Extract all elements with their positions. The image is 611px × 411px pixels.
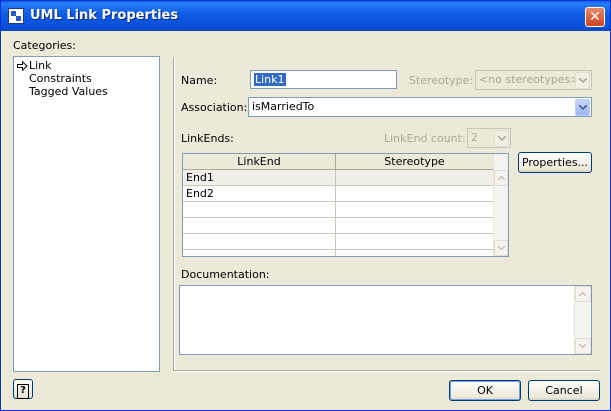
table-scrollbar[interactable] [493,154,508,256]
help-button[interactable]: ? [13,379,33,399]
help-icon: ? [17,384,29,399]
chevron-up-icon [498,176,505,180]
documentation-textarea[interactable] [179,285,592,355]
association-select[interactable]: isMarriedTo [248,97,592,117]
association-label: Association: [181,101,248,114]
chevron-up-icon [579,292,586,296]
name-label: Name: [181,74,218,87]
horizontal-separator [174,370,600,372]
arrow-right-icon [17,61,28,71]
name-value: Link1 [254,73,286,86]
name-input[interactable]: Link1 [250,70,397,89]
properties-button[interactable]: Properties... [518,152,592,173]
scroll-up-button[interactable] [575,286,591,302]
chevron-down-icon [498,246,505,250]
table-row[interactable]: End2 [183,186,493,202]
table-row[interactable] [183,202,493,218]
category-item-tagged-values[interactable]: Tagged Values [29,85,108,98]
dialog-window: UML Link Properties ✕ Categories: Link C… [0,0,611,411]
title-bar[interactable]: UML Link Properties ✕ [1,1,610,31]
column-header-linkend[interactable]: LinkEnd [183,154,336,170]
window-title: UML Link Properties [30,8,179,23]
chevron-down-icon [579,344,586,348]
linkends-label: LinkEnds: [181,132,234,145]
chevron-down-icon [494,130,509,147]
stereotype-select[interactable]: <no stereotypes> [475,70,592,90]
column-divider [335,170,336,256]
close-button[interactable]: ✕ [585,7,605,27]
linkends-table[interactable]: LinkEnd Stereotype End1 End2 [182,153,509,257]
table-row[interactable] [183,234,493,250]
categories-label: Categories: [13,39,76,52]
table-row[interactable]: End1 [183,170,493,186]
table-cell-linkend: End2 [186,187,214,200]
categories-list[interactable]: Link Constraints Tagged Values [13,56,160,372]
stereotype-value: <no stereotypes> [479,73,580,86]
documentation-label: Documentation: [181,268,270,281]
scroll-down-button[interactable] [494,240,508,256]
cancel-button[interactable]: Cancel [528,380,600,401]
linkend-count-select[interactable]: 2 [467,128,511,148]
chevron-down-icon [575,72,590,89]
scroll-down-button[interactable] [575,338,591,354]
table-cell-stereotype [336,202,493,217]
table-cell-stereotype [336,218,493,233]
table-cell-linkend [183,202,335,217]
scroll-up-button[interactable] [494,170,508,186]
uml-app-icon [8,8,24,24]
table-cell-linkend [183,218,335,233]
ok-button[interactable]: OK [449,380,521,401]
table-row[interactable] [183,218,493,234]
linkend-count-value: 2 [471,131,478,144]
category-item-constraints[interactable]: Constraints [29,72,92,85]
table-cell-linkend [183,234,335,249]
table-cell-linkend: End1 [186,171,214,184]
table-cell-stereotype [336,186,493,201]
chevron-down-icon [575,99,590,116]
documentation-scrollbar[interactable] [574,286,591,354]
column-header-stereotype[interactable]: Stereotype [336,154,494,170]
table-cell-stereotype [336,234,493,249]
association-value: isMarriedTo [252,100,315,113]
table-cell-stereotype [336,170,493,185]
category-item-link[interactable]: Link [29,59,52,72]
vertical-separator [173,57,175,371]
close-icon: ✕ [589,9,601,25]
stereotype-label: Stereotype: [409,74,474,87]
linkend-count-label: LinkEnd count: [384,132,466,145]
